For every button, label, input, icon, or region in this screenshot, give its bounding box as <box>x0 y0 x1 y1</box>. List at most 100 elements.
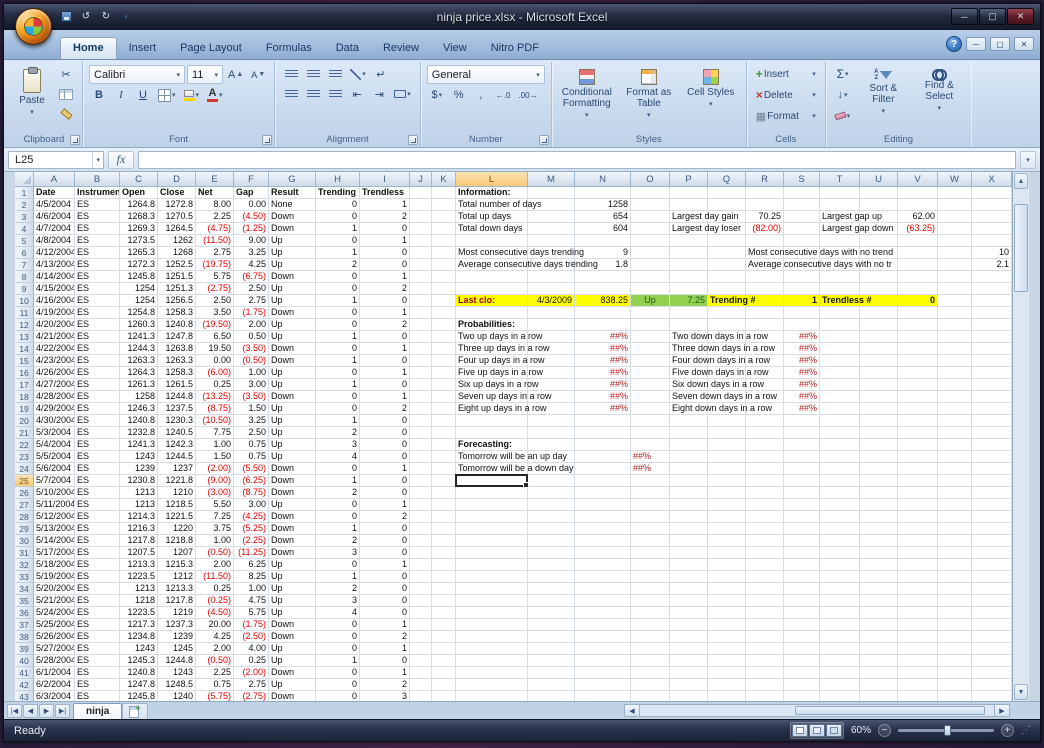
normal-view-button[interactable] <box>791 724 808 737</box>
cell[interactable] <box>972 691 1012 701</box>
cell[interactable] <box>631 439 670 451</box>
data-cell[interactable]: 8.00 <box>196 199 234 211</box>
cell[interactable] <box>708 283 746 295</box>
data-cell[interactable]: 4.00 <box>234 643 269 655</box>
data-cell[interactable]: 1262 <box>158 235 196 247</box>
data-cell[interactable]: Down <box>269 271 316 283</box>
cell[interactable] <box>456 499 528 511</box>
cell[interactable] <box>432 331 456 343</box>
data-cell[interactable]: 1260.3 <box>120 319 158 331</box>
cell[interactable] <box>528 487 575 499</box>
cell[interactable] <box>528 607 575 619</box>
data-cell[interactable]: (4.25) <box>234 511 269 523</box>
cell[interactable] <box>938 475 972 487</box>
cell[interactable] <box>820 547 860 559</box>
row-header-13[interactable]: 13 <box>15 331 34 343</box>
data-cell[interactable]: 0.25 <box>196 583 234 595</box>
cell[interactable] <box>820 595 860 607</box>
cell[interactable] <box>575 451 631 463</box>
row-header-25[interactable]: 25 <box>15 475 34 487</box>
info-cell[interactable]: 62.00 <box>898 211 938 223</box>
info-cell[interactable]: Information: <box>456 187 528 199</box>
prev-sheet-icon[interactable]: ◀ <box>23 703 38 718</box>
cell[interactable] <box>784 475 820 487</box>
data-cell[interactable]: 5/27/2004 <box>34 643 75 655</box>
cell[interactable] <box>820 607 860 619</box>
cell[interactable] <box>432 475 456 487</box>
cell[interactable] <box>575 439 631 451</box>
data-cell[interactable]: 1244.5 <box>158 451 196 463</box>
help-icon[interactable]: ? <box>946 36 962 52</box>
data-cell[interactable]: 3 <box>316 547 360 559</box>
cell[interactable] <box>410 535 432 547</box>
cell[interactable] <box>938 307 972 319</box>
data-cell[interactable]: Down <box>269 523 316 535</box>
row-header-31[interactable]: 31 <box>15 547 34 559</box>
row-header-21[interactable]: 21 <box>15 427 34 439</box>
office-button[interactable] <box>15 8 52 45</box>
data-cell[interactable]: 1 <box>316 331 360 343</box>
data-cell[interactable]: Up <box>269 583 316 595</box>
cell[interactable] <box>670 523 708 535</box>
row-header-28[interactable]: 28 <box>15 511 34 523</box>
data-cell[interactable]: (1.75) <box>234 307 269 319</box>
data-cell[interactable]: 1265.3 <box>120 247 158 259</box>
cell[interactable] <box>631 403 670 415</box>
row-header-17[interactable]: 17 <box>15 379 34 391</box>
cell[interactable] <box>972 679 1012 691</box>
cell[interactable] <box>860 331 898 343</box>
cell[interactable] <box>432 343 456 355</box>
data-cell[interactable]: ES <box>75 535 120 547</box>
cell[interactable] <box>860 379 898 391</box>
data-cell[interactable]: 0 <box>316 211 360 223</box>
cell[interactable] <box>938 655 972 667</box>
data-cell[interactable]: ES <box>75 487 120 499</box>
data-cell[interactable]: 1217.8 <box>120 535 158 547</box>
cell[interactable] <box>784 655 820 667</box>
percent-button[interactable]: % <box>449 86 469 104</box>
data-cell[interactable]: 1256.5 <box>158 295 196 307</box>
cell[interactable] <box>575 559 631 571</box>
data-cell[interactable]: 1 <box>360 271 410 283</box>
data-cell[interactable]: 6.50 <box>196 331 234 343</box>
data-cell[interactable]: ES <box>75 643 120 655</box>
cell[interactable] <box>575 499 631 511</box>
cell[interactable] <box>670 595 708 607</box>
data-cell[interactable]: 1241.3 <box>120 439 158 451</box>
data-cell[interactable]: Up <box>269 247 316 259</box>
data-cell[interactable]: 1 <box>360 235 410 247</box>
data-cell[interactable]: 5/28/2004 <box>34 655 75 667</box>
cell[interactable] <box>938 667 972 679</box>
column-header-H[interactable]: H <box>316 172 360 187</box>
data-cell[interactable]: 0 <box>360 415 410 427</box>
cell[interactable] <box>898 679 938 691</box>
column-header-D[interactable]: D <box>158 172 196 187</box>
cell[interactable] <box>456 679 528 691</box>
data-cell[interactable]: (8.75) <box>234 487 269 499</box>
cell[interactable] <box>528 223 575 235</box>
cell[interactable] <box>820 355 860 367</box>
cell[interactable] <box>432 259 456 271</box>
data-cell[interactable]: 1240.8 <box>120 415 158 427</box>
cell[interactable] <box>860 631 898 643</box>
data-cell[interactable]: ES <box>75 235 120 247</box>
data-cell[interactable]: 1212 <box>158 571 196 583</box>
cell[interactable] <box>784 187 820 199</box>
cell[interactable] <box>938 331 972 343</box>
cell[interactable] <box>746 475 784 487</box>
info-cell[interactable]: Three down days in a row <box>670 343 775 355</box>
data-cell[interactable]: (4.50) <box>196 607 234 619</box>
data-cell[interactable]: Up <box>269 427 316 439</box>
column-header-R[interactable]: R <box>746 172 784 187</box>
column-header-G[interactable]: G <box>269 172 316 187</box>
data-cell[interactable]: 1 <box>360 619 410 631</box>
info-cell[interactable]: Five up days in a row <box>456 367 543 379</box>
insert-cells-button[interactable]: + Insert ▾ <box>753 65 819 83</box>
column-header-M[interactable]: M <box>528 172 575 187</box>
cell[interactable] <box>575 619 631 631</box>
data-cell[interactable]: 6/3/2004 <box>34 691 75 701</box>
italic-button[interactable]: I <box>111 86 131 104</box>
row-header-22[interactable]: 22 <box>15 439 34 451</box>
data-cell[interactable]: 2.50 <box>234 283 269 295</box>
info-cell[interactable]: 2.1 <box>972 259 1012 271</box>
